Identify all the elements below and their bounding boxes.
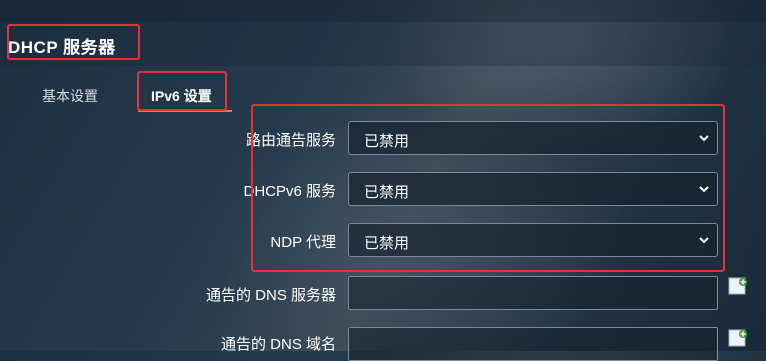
highlight-box-title — [7, 24, 140, 60]
highlight-box-services — [251, 104, 725, 272]
dns-servers-label: 通告的 DNS 服务器 — [205, 287, 336, 304]
dns-domain-input[interactable] — [348, 327, 718, 361]
background-top-band — [0, 0, 766, 22]
add-item-icon[interactable] — [728, 329, 748, 349]
dns-servers-input[interactable] — [348, 276, 718, 310]
tab-basic-settings[interactable]: 基本设置 — [42, 86, 98, 106]
add-item-icon[interactable] — [728, 277, 748, 297]
highlight-box-tab — [137, 71, 227, 111]
